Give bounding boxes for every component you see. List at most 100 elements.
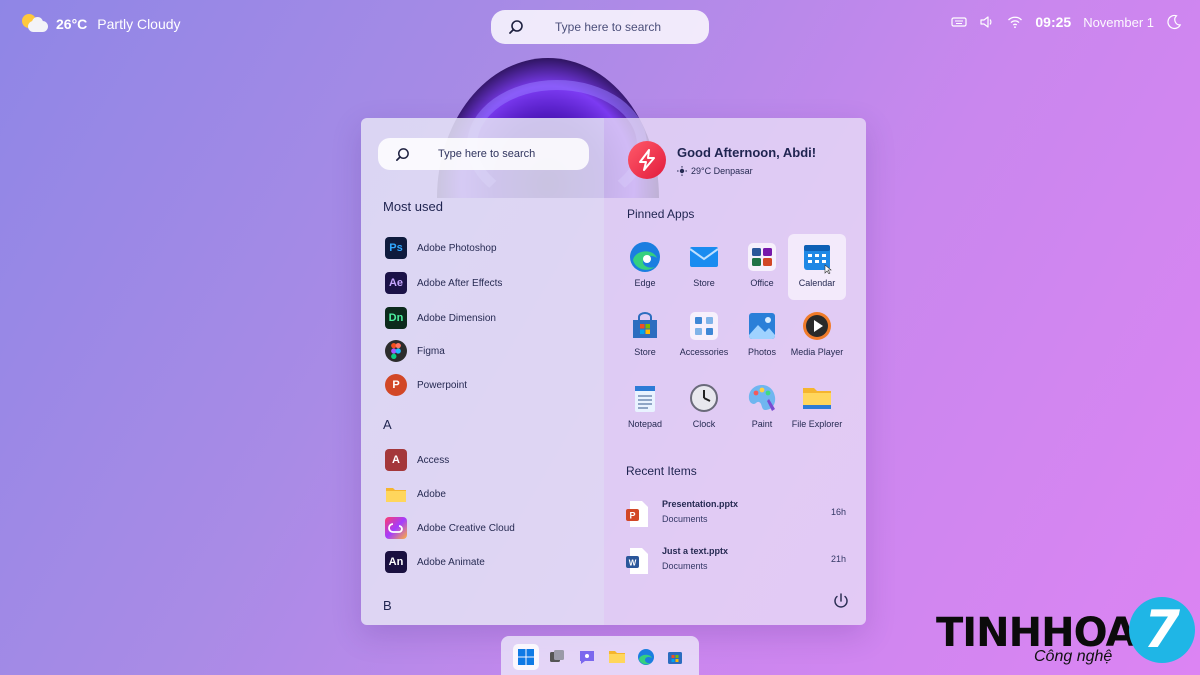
app-label: Adobe Creative Cloud: [417, 522, 515, 534]
pinned-photos[interactable]: Photos: [733, 303, 791, 369]
greeting-weather-text: 29°C Denpasar: [691, 166, 753, 176]
pinned-edge[interactable]: Edge: [616, 234, 674, 300]
edge-icon: [628, 240, 662, 274]
pinned-office[interactable]: Office: [733, 234, 791, 300]
section-letter-a[interactable]: A: [383, 417, 392, 432]
clock-time[interactable]: 09:25: [1035, 14, 1071, 30]
pinned-accessories[interactable]: Accessories: [675, 303, 733, 369]
figma-icon: [385, 340, 407, 362]
taskbar: [501, 636, 699, 675]
file-explorer-button[interactable]: [604, 644, 630, 670]
app-adobe-folder[interactable]: Adobe: [385, 482, 446, 506]
store-button[interactable]: [662, 644, 688, 670]
app-adobe-animate[interactable]: An Adobe Animate: [385, 550, 485, 574]
pinned-label: Photos: [747, 347, 777, 357]
photoshop-icon: Ps: [385, 237, 407, 259]
weather-temp: 26°C: [56, 16, 88, 32]
pinned-clock[interactable]: Clock: [675, 375, 733, 441]
start-menu: Most used Ps Adobe Photoshop Ae Adobe Af…: [361, 118, 866, 625]
top-search-input[interactable]: [555, 17, 695, 37]
pinned-label: Store: [693, 278, 715, 288]
access-icon: A: [385, 449, 407, 471]
partly-cloudy-icon: [22, 14, 48, 34]
pinned-store[interactable]: Store: [616, 303, 674, 369]
app-figma[interactable]: Figma: [385, 339, 445, 363]
folder-icon: [609, 651, 625, 663]
greeting-title: Good Afternoon, Abdi!: [677, 145, 817, 160]
sun-icon: [677, 166, 687, 176]
app-powerpoint[interactable]: P Powerpoint: [385, 373, 467, 397]
notepad-icon: [628, 381, 662, 415]
start-menu-app-list: Most used Ps Adobe Photoshop Ae Adobe Af…: [361, 118, 604, 625]
clock-icon: [687, 381, 721, 415]
pinned-calendar[interactable]: Calendar: [788, 234, 846, 300]
clock-date[interactable]: November 1: [1083, 15, 1154, 30]
office-icon: [745, 240, 779, 274]
app-label: Adobe: [417, 488, 446, 500]
wifi-icon[interactable]: [1007, 14, 1023, 30]
volume-icon[interactable]: [979, 14, 995, 30]
app-adobe-dimension[interactable]: Dn Adobe Dimension: [385, 306, 496, 330]
recent-item[interactable]: P Presentation.pptx Documents 16h: [626, 499, 846, 533]
app-label: Adobe Animate: [417, 556, 485, 568]
top-search-bar[interactable]: [491, 10, 709, 44]
start-search-bar[interactable]: [378, 138, 589, 170]
file-explorer-icon: [800, 381, 834, 415]
word-file-icon: W: [626, 548, 648, 574]
photos-icon: [745, 309, 779, 343]
creative-cloud-icon: [385, 517, 407, 539]
pinned-label: Store: [634, 347, 656, 357]
section-letter-b[interactable]: B: [383, 598, 392, 613]
pinned-notepad[interactable]: Notepad: [616, 375, 674, 441]
app-adobe-after-effects[interactable]: Ae Adobe After Effects: [385, 271, 502, 295]
start-search-input[interactable]: [438, 145, 578, 163]
app-adobe-photoshop[interactable]: Ps Adobe Photoshop: [385, 236, 497, 260]
pinned-label: Media Player: [790, 347, 844, 357]
task-view-button[interactable]: [544, 644, 570, 670]
task-view-icon: [550, 650, 564, 662]
app-label: Access: [417, 454, 450, 466]
start-button[interactable]: [513, 644, 539, 670]
moon-icon[interactable]: [1166, 14, 1182, 30]
windows-logo-icon: [518, 649, 534, 665]
recent-items-heading: Recent Items: [626, 464, 697, 478]
recent-item-name: Presentation.pptx: [662, 499, 739, 509]
after-effects-icon: Ae: [385, 272, 407, 294]
calendar-icon: [800, 240, 834, 275]
app-access[interactable]: A Access: [385, 448, 449, 472]
brand-mark: 7: [1129, 597, 1195, 663]
pinned-label: Office: [750, 278, 774, 288]
powerpoint-icon: P: [385, 374, 407, 396]
pinned-label: Paint: [751, 419, 773, 429]
dimension-icon: Dn: [385, 307, 407, 329]
recent-item-time: 21h: [830, 554, 846, 564]
svg-text:W: W: [629, 559, 637, 568]
weather-condition: Partly Cloudy: [97, 16, 181, 32]
accessories-icon: [687, 309, 721, 343]
system-tray: 09:25 November 1: [951, 14, 1182, 30]
edge-button[interactable]: [633, 644, 659, 670]
most-used-heading: Most used: [383, 199, 443, 214]
chat-button[interactable]: [574, 644, 600, 670]
svg-text:P: P: [629, 511, 635, 521]
pinned-label: Calendar: [798, 278, 836, 288]
app-label: Adobe After Effects: [417, 277, 503, 289]
pinned-media-player[interactable]: Media Player: [788, 303, 846, 369]
app-label: Adobe Photoshop: [417, 242, 497, 254]
pinned-store-mail[interactable]: Store: [675, 234, 733, 300]
recent-item[interactable]: W Just a text.pptx Documents 21h: [626, 546, 846, 580]
pinned-file-explorer[interactable]: File Explorer: [788, 375, 846, 441]
keyboard-icon[interactable]: [951, 14, 967, 30]
pinned-paint[interactable]: Paint: [733, 375, 791, 441]
app-adobe-creative-cloud[interactable]: Adobe Creative Cloud: [385, 516, 515, 540]
user-avatar[interactable]: [628, 141, 666, 179]
app-label: Powerpoint: [417, 379, 468, 391]
edge-icon: [638, 649, 654, 665]
weather-widget[interactable]: 26°C Partly Cloudy: [22, 14, 181, 34]
recent-item-time: 16h: [830, 507, 846, 517]
powerpoint-file-icon: P: [626, 501, 648, 527]
recent-item-name: Just a text.pptx: [662, 546, 729, 556]
power-icon[interactable]: [832, 592, 850, 610]
start-menu-right-pane: Good Afternoon, Abdi! 29°C Denpasar Pinn…: [604, 118, 866, 625]
brand-tagline: Công nghệ: [1034, 648, 1113, 665]
